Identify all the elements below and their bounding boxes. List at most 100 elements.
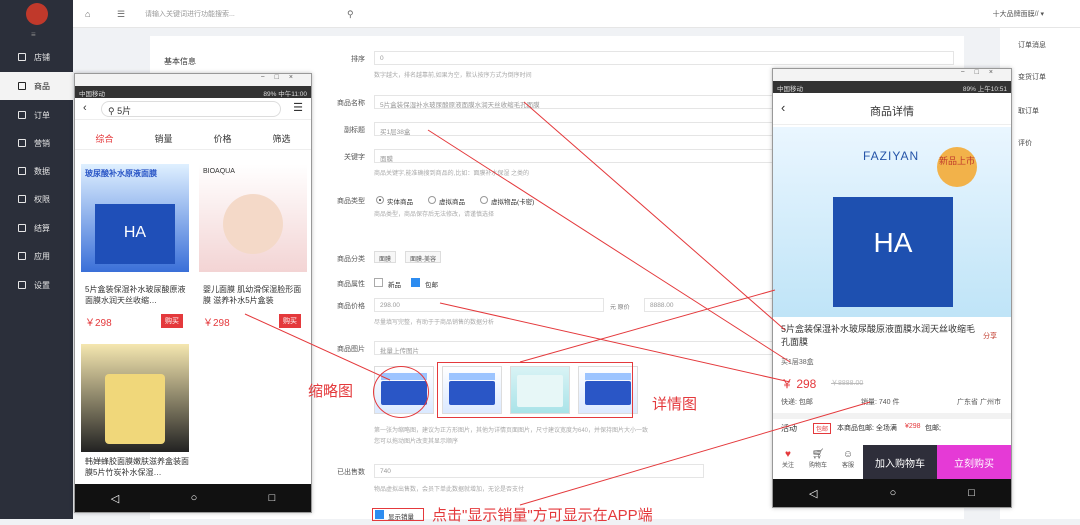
product-title[interactable]: 韩婵蜂胶面膜嫩肤滋养盒装面膜5片竹炭补水保湿…: [85, 456, 195, 478]
buy-now-button[interactable]: 立刻购买: [937, 445, 1011, 479]
android-navbar: ◁ ○ □: [75, 484, 311, 512]
ha-box: HA: [833, 197, 953, 307]
store-selector[interactable]: 十大品牌面膜// ▾: [993, 9, 1044, 19]
sidebar-item-label: 设置: [34, 280, 50, 290]
tab-sales[interactable]: 销量: [154, 132, 172, 149]
original-price: ￥8888.00: [831, 380, 864, 387]
attr-label: 商品属性: [337, 281, 365, 288]
product-image-text: 玻尿酸补水原液面膜: [85, 169, 157, 178]
sort-input[interactable]: 0: [374, 51, 954, 65]
sidebar-item-settle[interactable]: 结算: [0, 214, 73, 242]
product-banner[interactable]: FAZIYAN 新品上市 HA: [773, 127, 1011, 317]
product-subtitle: 买1层38盒: [781, 359, 814, 366]
nav-back-icon[interactable]: ◁: [809, 487, 817, 500]
type-radio-card[interactable]: [480, 196, 488, 204]
type-radio-virtual[interactable]: [428, 196, 436, 204]
price-input[interactable]: 298.00: [374, 298, 604, 312]
heart-icon: ♥: [785, 449, 791, 460]
back-icon[interactable]: ‹: [83, 102, 87, 114]
product-title[interactable]: 婴儿面膜 肌幼滑保湿脸形面膜 滋养补水5片盒装: [203, 284, 307, 306]
tab-price[interactable]: 价格: [213, 132, 231, 149]
attr-option: 包邮: [425, 282, 438, 289]
nav-recent-icon[interactable]: □: [968, 487, 975, 499]
fav-button[interactable]: ♥ 关注: [773, 445, 803, 479]
sidebar-item-order[interactable]: 订单: [0, 101, 73, 129]
marketing-icon: [18, 139, 26, 147]
thumb-annotation: 缩略图: [308, 383, 354, 400]
nav-back-icon[interactable]: ◁: [111, 492, 119, 505]
category-tag[interactable]: 面膜: [374, 251, 397, 263]
list-view-icon[interactable]: ☰: [293, 101, 303, 114]
product-image[interactable]: BIOAQUA: [199, 164, 307, 272]
nav-home-icon[interactable]: ○: [890, 487, 897, 499]
topbar: ⌂ ☰ 请输入关键词进行功能搜索... ⚲ 十大品牌面膜// ▾: [73, 0, 1080, 28]
sidebar-item-permission[interactable]: 权限: [0, 185, 73, 213]
notify-item[interactable]: 取订单: [1018, 106, 1039, 116]
show-sold-checkbox[interactable]: [375, 510, 384, 519]
images-help2: 您可以拖动图片改变其显示顺序: [374, 439, 459, 445]
sidebar-item-app[interactable]: 应用: [0, 242, 73, 270]
images-help: 第一张为缩略图，建议为正方形图片，其他为详情页面图片，尺寸建议宽度为640，并保…: [374, 428, 649, 434]
sort-tabs: 综合 销量 价格 筛选: [75, 132, 311, 150]
service-icon: ☺: [842, 449, 854, 460]
sidebar-item-label: 商品: [34, 81, 50, 91]
nav-recent-icon[interactable]: □: [269, 492, 276, 504]
category-tag[interactable]: 面膜-美容: [405, 251, 441, 263]
service-button[interactable]: ☺ 客服: [833, 445, 863, 479]
share-button[interactable]: 分享: [983, 331, 997, 341]
sidebar-item-settings[interactable]: 设置: [0, 271, 73, 299]
data-icon: [18, 167, 26, 175]
tab-default[interactable]: 综合: [95, 132, 113, 149]
menu-toggle-icon[interactable]: ≡: [31, 30, 36, 39]
search-icon[interactable]: ⚲: [347, 9, 354, 20]
search-input[interactable]: 请输入关键词进行功能搜索...: [145, 9, 235, 19]
phone-detail-view: −□× 中国移动 89% 上午10:51 ‹ 商品详情 FAZIYAN 新品上市 …: [772, 68, 1012, 508]
attr-new-checkbox[interactable]: [374, 278, 383, 287]
menu-icon[interactable]: ☰: [117, 9, 125, 20]
new-badge: 新品上市: [937, 147, 977, 187]
product-image-text: BIOAQUA: [203, 168, 235, 175]
tab-filter[interactable]: 筛选: [272, 132, 290, 149]
type-radio-physical[interactable]: [376, 196, 384, 204]
sold-input[interactable]: 740: [374, 464, 704, 478]
sidebar-item-store[interactable]: 店铺: [0, 43, 73, 71]
nav-home-icon[interactable]: ○: [191, 492, 198, 504]
status-right: 89% 上午10:51: [962, 86, 1007, 93]
thumb-highlight: [373, 366, 429, 418]
section-title: 基本信息: [164, 57, 196, 66]
logo: [26, 3, 48, 25]
activity-text: 本商品包邮: 全场满: [837, 425, 897, 432]
sidebar-item-data[interactable]: 数据: [0, 157, 73, 185]
attr-freeship-checkbox[interactable]: [411, 278, 420, 287]
sort-help: 数字越大，排名越靠前,如果为空，默认按序方式为倒序时间: [374, 73, 532, 79]
detail-actions: ♥ 关注 🛒︎ 购物车 ☺ 客服 加入购物车 立刻购买: [773, 445, 1011, 479]
search-header: ‹ ⚲ 5片 ☰: [75, 98, 311, 120]
home-icon[interactable]: ⌂: [85, 9, 90, 19]
sidebar-item-goods[interactable]: 商品: [0, 72, 73, 100]
product-image[interactable]: [81, 344, 189, 452]
buy-button[interactable]: 购买: [161, 314, 183, 328]
cart-label: 购物车: [808, 463, 827, 469]
status-right: 89% 中午11:00: [263, 91, 307, 98]
permission-icon: [18, 195, 26, 203]
notify-item[interactable]: 订单消息: [1018, 40, 1046, 50]
buy-button[interactable]: 购买: [279, 314, 301, 328]
goods-icon: [18, 82, 26, 90]
product-title[interactable]: 5片盒装保湿补水玻尿酸原液面膜水润天丝收缩…: [85, 284, 189, 306]
shipping-info: 快递: 包邮: [781, 399, 813, 406]
cart-button[interactable]: 🛒︎ 购物车: [803, 445, 833, 479]
sidebar-item-label: 营销: [34, 138, 50, 148]
product-image[interactable]: 玻尿酸补水原液面膜 HA: [81, 164, 189, 272]
fav-label: 关注: [781, 463, 794, 469]
add-to-cart-button[interactable]: 加入购物车: [863, 445, 937, 479]
notify-item[interactable]: 评价: [1018, 138, 1032, 148]
type-option: 虚拟物品(卡密): [491, 199, 535, 206]
notify-item[interactable]: 变货订单: [1018, 72, 1046, 82]
detail-annotation: 详情图: [652, 396, 698, 413]
bottom-annotation: 点击"显示销量"方可显示在APP端: [432, 507, 653, 524]
product-box: HA: [95, 204, 175, 264]
activity-row[interactable]: 活动 包邮 本商品包邮: 全场满 ¥298 包邮;: [773, 413, 1011, 434]
sidebar-item-label: 数据: [34, 166, 50, 176]
sidebar-item-marketing[interactable]: 营销: [0, 129, 73, 157]
search-input[interactable]: ⚲ 5片: [101, 101, 281, 117]
